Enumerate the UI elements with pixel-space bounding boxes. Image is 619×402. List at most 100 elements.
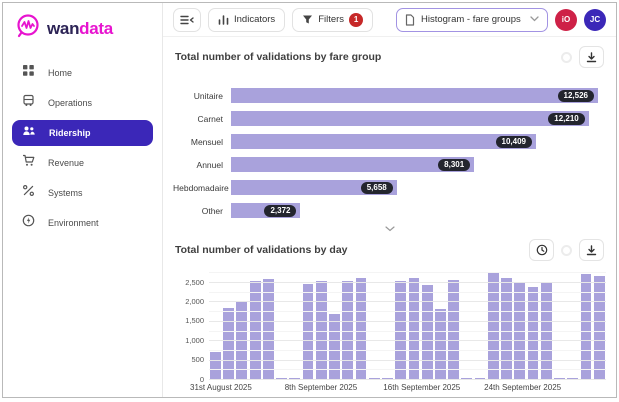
fare-group-category-label: Other (173, 206, 231, 216)
collapse-sidebar-button[interactable] (173, 8, 201, 32)
day-bar (409, 278, 420, 380)
value-pill: 8,301 (438, 159, 470, 171)
fare-group-row: Hebdomadaire 5,658 (173, 176, 606, 199)
filter-funnel-icon (302, 14, 313, 25)
y-tick-label: 1,000 (185, 336, 204, 345)
fare-group-bar: 5,658 (231, 180, 397, 195)
value-pill: 2,372 (264, 205, 296, 217)
brand-logo[interactable]: wandata (3, 3, 162, 52)
sidebar: wandata Home Operations Ridership Revenue Sy… (3, 3, 163, 397)
fare-group-bar: 10,409 (231, 134, 536, 149)
fare-group-row: Annuel 8,301 (173, 153, 606, 176)
day-bar (488, 273, 499, 380)
cart-icon (22, 154, 35, 172)
filters-count-badge: 1 (349, 13, 363, 27)
chart-type-select-value: Histogram - fare groups (421, 14, 521, 25)
day-bar (303, 284, 314, 380)
fare-group-chart: Unitaire12,526 Carnet 12,210 Mensuel 10,409 A… (173, 84, 606, 222)
fare-group-bar: 12,526 (231, 88, 598, 103)
app-window: wandata Home Operations Ridership Revenue Sy… (2, 2, 617, 398)
clock-icon (536, 244, 548, 256)
avatar-jc[interactable]: JC (584, 9, 606, 31)
day-bar (422, 285, 433, 380)
day-bar (501, 278, 512, 380)
main-area: Indicators Filters 1 Histogram - fare gr… (163, 3, 616, 397)
fare-group-row: Mensuel 10,409 (173, 130, 606, 153)
sidebar-item-environment[interactable]: Environment (12, 210, 153, 236)
fare-group-row: Other 2,372 (173, 199, 606, 222)
value-pill: 12,526 (558, 90, 594, 102)
download-button[interactable] (579, 239, 604, 261)
collapse-section-chevron[interactable] (173, 222, 606, 235)
fare-group-row: Unitaire12,526 (173, 84, 606, 107)
sidebar-nav: Home Operations Ridership Revenue Systems Env… (3, 60, 162, 236)
sidebar-item-label: Revenue (48, 158, 84, 168)
people-icon (22, 124, 36, 142)
fare-group-chart-title: Total number of validations by fare grou… (175, 51, 381, 63)
gridline (209, 360, 606, 361)
sidebar-item-systems[interactable]: Systems (12, 180, 153, 206)
refresh-spinner-icon (561, 245, 572, 256)
document-icon (405, 14, 415, 26)
gridline (209, 292, 606, 293)
value-pill: 12,210 (548, 113, 584, 125)
day-bar (581, 274, 592, 380)
chevron-down-icon (385, 226, 395, 232)
day-bar (210, 352, 221, 380)
x-tick-label: 16th September 2025 (383, 383, 460, 392)
fare-group-bar: 12,210 (231, 111, 589, 126)
by-day-chart-title: Total number of validations by day (175, 244, 348, 256)
fare-group-bar: 2,372 (231, 203, 300, 218)
systems-icon (22, 184, 35, 202)
refresh-spinner-icon (561, 52, 572, 63)
sidebar-item-label: Systems (48, 188, 83, 198)
filters-button[interactable]: Filters 1 (292, 8, 373, 32)
fare-group-category-label: Mensuel (173, 137, 231, 147)
sidebar-item-operations[interactable]: Operations (12, 90, 153, 116)
sidebar-item-home[interactable]: Home (12, 60, 153, 86)
fare-group-category-label: Hebdomadaire (173, 183, 231, 193)
value-pill: 10,409 (496, 136, 532, 148)
toolbar: Indicators Filters 1 Histogram - fare gr… (163, 3, 616, 37)
sidebar-item-label: Ridership (49, 128, 91, 138)
time-range-button[interactable] (529, 239, 554, 261)
waveform-logo-icon (15, 13, 41, 44)
avatar-io[interactable]: iO (555, 9, 577, 31)
fare-group-category-label: Carnet (173, 114, 231, 124)
fare-group-bar: 8,301 (231, 157, 474, 172)
y-axis: 05001,0001,5002,0002,500 (173, 268, 209, 380)
sidebar-item-label: Operations (48, 98, 92, 108)
sidebar-item-revenue[interactable]: Revenue (12, 150, 153, 176)
y-tick-label: 1,500 (185, 316, 204, 325)
sidebar-item-ridership[interactable]: Ridership (12, 120, 153, 146)
chart-type-select[interactable]: Histogram - fare groups (396, 8, 548, 32)
y-tick-label: 500 (191, 355, 204, 364)
day-bar (356, 278, 367, 380)
home-icon (22, 64, 35, 82)
bus-icon (22, 94, 35, 112)
sidebar-item-label: Environment (48, 218, 99, 228)
indicators-button[interactable]: Indicators (208, 8, 285, 32)
value-pill: 5,658 (361, 182, 393, 194)
gridline (209, 321, 606, 322)
by-day-chart-header: Total number of validations by day (173, 235, 606, 265)
gridline (209, 331, 606, 332)
fare-group-category-label: Annuel (173, 160, 231, 170)
environment-icon (22, 214, 35, 232)
plot-area (209, 268, 606, 380)
fare-group-chart-header: Total number of validations by fare grou… (173, 37, 606, 72)
by-day-chart: 05001,0001,5002,0002,500 (173, 268, 606, 380)
gridline (209, 350, 606, 351)
gridline (209, 301, 606, 302)
download-button[interactable] (579, 46, 604, 68)
gridline (209, 272, 606, 273)
content: Total number of validations by fare grou… (163, 37, 616, 397)
x-tick-label: 8th September 2025 (285, 383, 358, 392)
y-tick-label: 2,000 (185, 297, 204, 306)
download-icon (586, 245, 597, 256)
x-axis: 31st August 20258th September 202516th S… (209, 380, 606, 396)
gridline (209, 369, 606, 370)
gridline (209, 340, 606, 341)
download-icon (586, 52, 597, 63)
sidebar-item-label: Home (48, 68, 72, 78)
